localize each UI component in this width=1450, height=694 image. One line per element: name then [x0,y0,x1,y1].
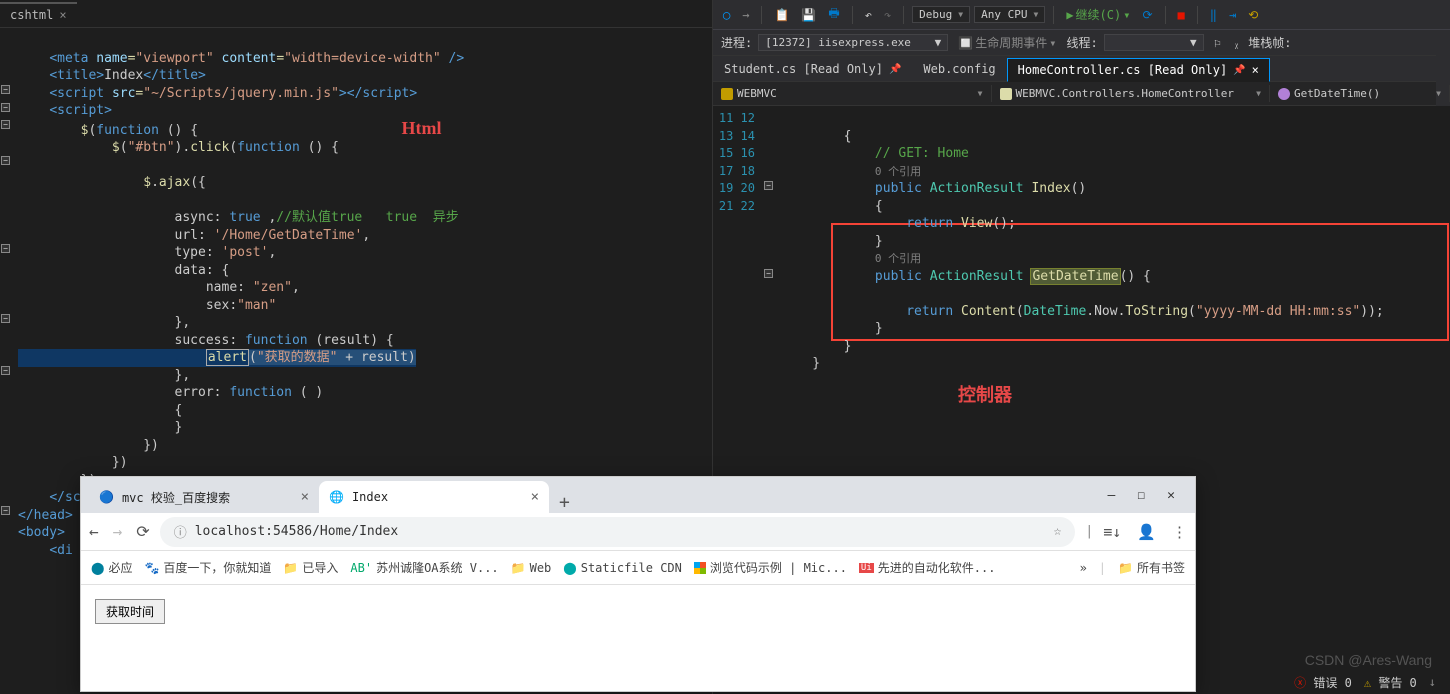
browser-tab-baidu[interactable]: 🔵mvc 校验_百度搜索× [89,481,319,513]
document-tabs: Student.cs [Read Only]📌 Web.config HomeC… [713,56,1450,82]
status-bar: ⓧ 错误 0 ⚠ 警告 0 ↓ [1280,670,1450,694]
nav-bar: WEBMVC▼ WEBMVC.Controllers.HomeControlle… [713,82,1450,106]
method-icon [1278,88,1290,100]
minimize-icon[interactable]: — [1108,488,1116,503]
browser-address-bar: ← → ⟳ ⓘ localhost:54586/Home/Index ☆ | ≡… [81,513,1195,551]
doc-tab-student[interactable]: Student.cs [Read Only]📌 [713,57,912,81]
platform-dropdown[interactable]: Any CPU▼ [974,6,1045,23]
back-icon[interactable]: ← [89,522,99,541]
page-content: 获取时间 [81,585,1195,691]
bookmarks-overflow[interactable]: » [1080,561,1087,575]
refresh-icon[interactable]: ⟳ [1138,6,1156,24]
controller-annotation: 控制器 [958,381,1012,407]
browser-window: 🔵mvc 校验_百度搜索× 🌐Index× + — ☐ ✕ ← → ⟳ ⓘ lo… [80,476,1196,692]
reload-icon[interactable]: ⟳ [136,522,149,541]
new-project-icon[interactable]: 📋 [770,6,793,24]
left-file-tab[interactable]: cshtml × [0,2,77,26]
code-icon[interactable]: ᵪ [1231,33,1242,52]
bookmarks-bar: ⬤必应 🐾百度一下，你就知道 📁已导入 AB'苏州诚隆OA系统 V... 📁We… [81,551,1195,585]
assembly-icon [721,88,733,100]
back-icon[interactable]: ◯ [719,6,734,24]
extension-icon[interactable]: ≡↓ [1103,523,1121,541]
fold-minus-icon[interactable]: − [1,85,10,94]
step-icon[interactable]: ⇥ [1225,6,1240,24]
menu-icon[interactable]: ⋮ [1172,523,1187,541]
thread-label: 线程: [1066,34,1097,51]
close-icon[interactable]: ✕ [1167,488,1175,503]
stop-debug-icon[interactable]: ■ [1174,6,1189,24]
browser-tab-index[interactable]: 🌐Index× [319,481,549,513]
restart-icon[interactable]: ⟲ [1244,6,1262,24]
close-icon[interactable]: × [59,8,66,22]
life-events-button[interactable]: 🔲 生命周期事件 ▾ [954,32,1060,53]
pin-icon[interactable]: 📌 [889,64,901,75]
process-row: 进程: [12372] iisexpress.exe▼ 🔲 生命周期事件 ▾ 线… [713,30,1450,56]
tab-label: cshtml [10,8,53,22]
fold-minus-icon[interactable]: − [1,244,10,253]
config-dropdown[interactable]: Debug▼ [912,6,970,23]
nav-class-dropdown[interactable]: WEBMVC.Controllers.HomeController▼ [992,85,1271,102]
bookmark-all[interactable]: 📁所有书签 [1118,559,1185,576]
fold-minus-icon[interactable]: − [764,181,773,190]
fold-minus-icon[interactable]: − [1,103,10,112]
fold-minus-icon[interactable]: − [1,314,10,323]
nav-assembly-dropdown[interactable]: WEBMVC▼ [713,85,992,102]
bookmark-folder-web[interactable]: 📁Web [511,561,552,575]
bookmark-folder-imported[interactable]: 📁已导入 [283,559,338,576]
warning-icon: ⚠ [1364,676,1371,690]
error-icon: ⓧ [1294,676,1306,690]
thread-dropdown[interactable]: ▼ [1104,34,1204,51]
stack-label: 堆栈帧: [1248,34,1291,51]
left-tab-bar: cshtml × [0,0,712,28]
star-icon[interactable]: ☆ [1054,524,1062,539]
browser-tab-strip: 🔵mvc 校验_百度搜索× 🌐Index× + — ☐ ✕ [81,477,1195,513]
info-icon[interactable]: ⓘ [174,522,187,541]
pause-icon[interactable]: ‖ [1206,6,1221,24]
fold-minus-icon[interactable]: − [1,156,10,165]
maximize-icon[interactable]: ☐ [1137,488,1145,503]
process-dropdown[interactable]: [12372] iisexpress.exe▼ [758,34,948,51]
forward-icon[interactable]: → [738,6,753,24]
watermark: CSDN @Ares-Wang [1305,652,1432,668]
debug-toolbar: ◯ → 📋 💾 🖶 ↶ ↷ Debug▼ Any CPU▼ ▶ 继续(C) ▾ … [713,0,1450,30]
save-all-icon[interactable]: 🖶 [824,2,843,27]
profile-icon[interactable]: 👤 [1137,523,1156,541]
pin-icon[interactable]: 📌 [1233,65,1245,76]
fold-minus-icon[interactable]: − [1,366,10,375]
undo-icon[interactable]: ↶ [861,6,876,24]
forward-icon[interactable]: → [113,522,123,541]
bookmark-mscode[interactable]: 浏览代码示例 | Mic... [694,559,847,576]
redo-icon[interactable]: ↷ [880,6,895,24]
doc-tab-webconfig[interactable]: Web.config [912,57,1006,81]
wrench-icon [1000,88,1012,100]
html-annotation: Html [402,118,442,138]
doc-tab-homecontroller[interactable]: HomeController.cs [Read Only]📌× [1007,58,1270,82]
bookmark-bing[interactable]: ⬤必应 [91,559,132,576]
warnings-indicator[interactable]: ⚠ 警告 0 [1364,674,1417,691]
bookmark-ui[interactable]: Ui先进的自动化软件... [859,559,996,576]
nav-method-dropdown[interactable]: GetDateTime()▼ [1270,85,1450,102]
flag-icon[interactable]: ⚐ [1210,34,1225,52]
url-input[interactable]: ⓘ localhost:54586/Home/Index ☆ [160,517,1076,547]
close-icon[interactable]: × [301,489,309,505]
continue-button[interactable]: ▶ 继续(C) ▾ [1062,4,1134,25]
bookmark-staticfile[interactable]: ⬤Staticfile CDN [563,561,682,575]
save-icon[interactable]: 💾 [797,6,820,24]
close-icon[interactable]: × [531,489,539,505]
fold-minus-icon[interactable]: − [764,269,773,278]
close-icon[interactable]: × [1252,63,1259,77]
process-label: 进程: [721,34,752,51]
fold-minus-icon[interactable]: − [1,506,10,515]
bookmark-oa[interactable]: AB'苏州诚隆OA系统 V... [350,559,498,576]
fold-minus-icon[interactable]: − [1,120,10,129]
bookmark-baidu[interactable]: 🐾百度一下，你就知道 [144,559,271,576]
get-time-button[interactable]: 获取时间 [95,599,165,624]
new-tab-button[interactable]: + [549,492,580,513]
errors-indicator[interactable]: ⓧ 错误 0 [1294,674,1352,691]
fold-gutter[interactable]: − − − − − − − − [0,28,12,694]
